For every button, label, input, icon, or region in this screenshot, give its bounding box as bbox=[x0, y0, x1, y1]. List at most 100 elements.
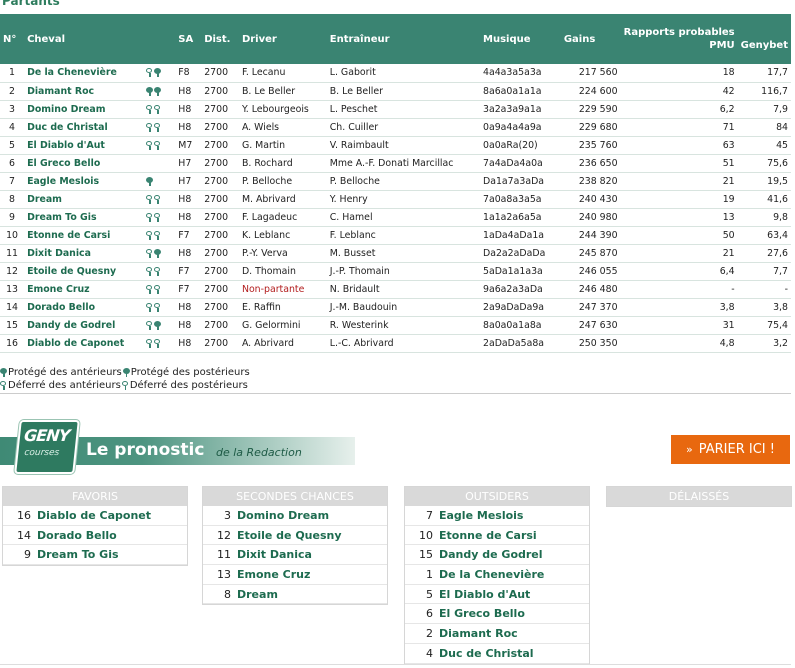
runner-name[interactable]: De la Chenevière bbox=[24, 64, 143, 82]
pick-horse-name[interactable]: Dream bbox=[237, 588, 278, 601]
runners-table: N° Cheval SA Dist. Driver Entraîneur Mus… bbox=[0, 14, 791, 353]
pick-horse-name[interactable]: El Diablo d'Aut bbox=[439, 588, 530, 601]
runner-number: 15 bbox=[6, 319, 18, 331]
table-row[interactable]: 8 Dream H8 2700 M. Abrivard Y. Henry 7a0a8a3a5… bbox=[0, 190, 791, 208]
list-item[interactable]: 13 Emone Cruz bbox=[203, 565, 387, 585]
runner-odds-genybet: 75,6 bbox=[767, 157, 788, 169]
table-row[interactable]: 7 Eagle Meslois H7 2700 P. Belloche P. Belloc… bbox=[0, 172, 791, 190]
runner-odds-pmu: 63 bbox=[722, 139, 735, 151]
list-item[interactable]: 7 Eagle Meslois bbox=[405, 506, 589, 526]
runner-name[interactable]: Eagle Meslois bbox=[24, 172, 143, 190]
list-item[interactable]: 15 Dandy de Godrel bbox=[405, 545, 589, 566]
col-genybet-label[interactable]: Genybet bbox=[741, 39, 788, 52]
pick-horse-name[interactable]: Dorado Bello bbox=[37, 529, 117, 542]
list-item[interactable]: 9 Dream To Gis bbox=[3, 545, 187, 566]
runner-trainer: V. Raimbault bbox=[329, 139, 389, 151]
pick-horse-name[interactable]: Eagle Meslois bbox=[439, 509, 523, 522]
runner-name[interactable]: Dream To Gis bbox=[24, 208, 143, 226]
runner-name[interactable]: Etoile de Quesny bbox=[24, 262, 143, 280]
list-item[interactable]: 4 Duc de Christal bbox=[405, 644, 589, 664]
runner-number: 16 bbox=[6, 337, 18, 349]
pick-horse-name[interactable]: De la Chenevière bbox=[439, 568, 544, 581]
col-gains[interactable]: Gains bbox=[561, 14, 621, 64]
table-row[interactable]: 5 El Diablo d'Aut M7 2700 G. Martin V. Raimba… bbox=[0, 136, 791, 154]
runner-name[interactable]: Diamant Roc bbox=[24, 82, 143, 100]
geny-courses-logo[interactable]: GENY courses bbox=[14, 420, 80, 474]
pick-horse-name[interactable]: Diamant Roc bbox=[439, 627, 518, 640]
table-row[interactable]: 11 Dixit Danica H8 2700 P.-Y. Verva M. Busset… bbox=[0, 244, 791, 262]
runner-number: 2 bbox=[9, 85, 16, 97]
pick-horse-name[interactable]: Domino Dream bbox=[237, 509, 329, 522]
runner-name[interactable]: Dorado Bello bbox=[24, 298, 143, 316]
pick-horse-name[interactable]: Duc de Christal bbox=[439, 647, 534, 660]
runner-driver: G. Martin bbox=[241, 139, 286, 151]
table-row[interactable]: 14 Dorado Bello H8 2700 E. Raffin J.-M. Baudo… bbox=[0, 298, 791, 316]
runner-gains: 244 390 bbox=[578, 229, 618, 241]
table-row[interactable]: 16 Diablo de Caponet H8 2700 A. Abrivard L.-C… bbox=[0, 334, 791, 352]
runner-distance: 2700 bbox=[204, 193, 229, 205]
table-row[interactable]: 6 El Greco Bello H7 2700 B. Rochard Mme A.-F.… bbox=[0, 154, 791, 172]
table-row[interactable]: 9 Dream To Gis H8 2700 F. Lagadeuc C. Hamel 1a… bbox=[0, 208, 791, 226]
list-item[interactable]: 2 Diamant Roc bbox=[405, 624, 589, 644]
table-row[interactable]: 2 Diamant Roc H8 2700 B. Le Beller B. Le Bell… bbox=[0, 82, 791, 100]
col-musique[interactable]: Musique bbox=[480, 14, 561, 64]
col-num[interactable]: N° bbox=[0, 14, 24, 64]
pick-horse-name[interactable]: Emone Cruz bbox=[237, 568, 310, 581]
runner-driver: Non-partante bbox=[241, 283, 305, 295]
runner-odds-pmu: 50 bbox=[722, 229, 735, 241]
deferre-icon bbox=[154, 230, 161, 240]
runner-name[interactable]: Domino Dream bbox=[24, 100, 143, 118]
col-sa[interactable]: SA bbox=[175, 14, 201, 64]
pick-horse-name[interactable]: Etonne de Carsi bbox=[439, 529, 537, 542]
pick-horse-name[interactable]: El Greco Bello bbox=[439, 607, 525, 620]
col-dist[interactable]: Dist. bbox=[201, 14, 239, 64]
pick-horse-name[interactable]: Dixit Danica bbox=[237, 548, 312, 561]
runner-name[interactable]: Dream bbox=[24, 190, 143, 208]
bet-here-button[interactable]: » PARIER ICI ! bbox=[671, 435, 790, 464]
runner-sex-age: H7 bbox=[178, 175, 192, 187]
runner-musique: 9a6a2a3aDa bbox=[483, 283, 543, 295]
col-pmu-label[interactable]: PMU bbox=[624, 39, 734, 52]
runner-name[interactable]: Diablo de Caponet bbox=[24, 334, 143, 352]
pick-horse-name[interactable]: Diablo de Caponet bbox=[37, 509, 151, 522]
runner-name[interactable]: El Greco Bello bbox=[24, 154, 143, 172]
runner-distance: 2700 bbox=[204, 265, 229, 277]
runner-odds-pmu: 6,2 bbox=[719, 103, 735, 115]
table-row[interactable]: 4 Duc de Christal H8 2700 A. Wiels Ch. Cuille… bbox=[0, 118, 791, 136]
runner-name[interactable]: Dandy de Godrel bbox=[24, 316, 143, 334]
runner-shoeing bbox=[143, 244, 175, 262]
bottom-divider bbox=[0, 664, 791, 665]
pick-horse-name[interactable]: Etoile de Quesny bbox=[237, 529, 342, 542]
table-row[interactable]: 10 Etonne de Carsi F7 2700 K. Leblanc F. Lebl… bbox=[0, 226, 791, 244]
runner-gains: 240 430 bbox=[578, 193, 618, 205]
list-item[interactable]: 14 Dorado Bello bbox=[3, 526, 187, 546]
col-name[interactable]: Cheval bbox=[24, 14, 143, 64]
list-item[interactable]: 11 Dixit Danica bbox=[203, 545, 387, 566]
list-item[interactable]: 3 Domino Dream bbox=[203, 506, 387, 526]
runner-name[interactable]: El Diablo d'Aut bbox=[24, 136, 143, 154]
runner-trainer: C. Hamel bbox=[329, 211, 373, 223]
table-row[interactable]: 12 Etoile de Quesny F7 2700 D. Thomain J.-P. … bbox=[0, 262, 791, 280]
runner-name[interactable]: Etonne de Carsi bbox=[24, 226, 143, 244]
list-item[interactable]: 8 Dream bbox=[203, 585, 387, 605]
list-item[interactable]: 10 Etonne de Carsi bbox=[405, 526, 589, 546]
list-item[interactable]: 5 El Diablo d'Aut bbox=[405, 585, 589, 605]
col-driver[interactable]: Driver bbox=[239, 14, 327, 64]
runner-musique: 4a4a3a5a3a bbox=[483, 67, 542, 79]
pick-horse-name[interactable]: Dandy de Godrel bbox=[439, 548, 543, 561]
runner-name[interactable]: Dixit Danica bbox=[24, 244, 143, 262]
runner-name[interactable]: Emone Cruz bbox=[24, 280, 143, 298]
list-item[interactable]: 12 Etoile de Quesny bbox=[203, 526, 387, 546]
table-row[interactable]: 15 Dandy de Godrel H8 2700 G. Gelormini R. We… bbox=[0, 316, 791, 334]
table-row[interactable]: 13 Emone Cruz F7 2700 Non-partante N. Bridaul… bbox=[0, 280, 791, 298]
list-item[interactable]: 1 De la Chenevière bbox=[405, 565, 589, 585]
list-item[interactable]: 6 El Greco Bello bbox=[405, 604, 589, 625]
runner-shoeing bbox=[143, 154, 175, 172]
runner-name[interactable]: Duc de Christal bbox=[24, 118, 143, 136]
col-trainer[interactable]: Entraîneur bbox=[327, 14, 480, 64]
table-row[interactable]: 1 De la Chenevière F8 2700 F. Lecanu L. Gabor… bbox=[0, 64, 791, 82]
pick-horse-name[interactable]: Dream To Gis bbox=[37, 548, 119, 561]
list-item[interactable]: 16 Diablo de Caponet bbox=[3, 506, 187, 526]
deferre-icon bbox=[146, 284, 153, 294]
table-row[interactable]: 3 Domino Dream H8 2700 Y. Lebourgeois L. Pesc… bbox=[0, 100, 791, 118]
